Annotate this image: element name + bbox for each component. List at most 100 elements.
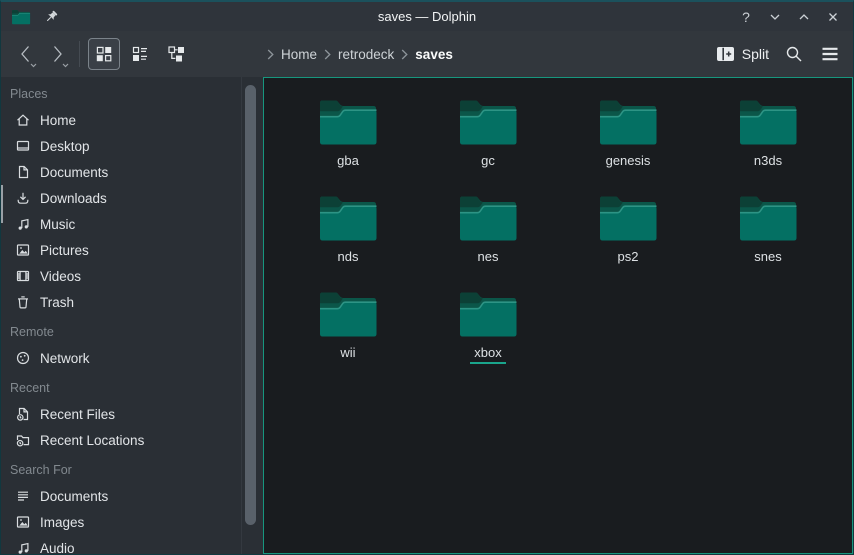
folder-icon xyxy=(737,97,799,147)
chevron-separator-icon xyxy=(267,49,274,60)
chevron-separator-icon xyxy=(324,49,331,60)
trash-icon xyxy=(15,294,31,310)
music-icon xyxy=(15,216,31,232)
sidebar-item-music[interactable]: Music xyxy=(1,211,263,237)
folder-item-xbox[interactable]: xbox xyxy=(418,280,558,376)
network-icon xyxy=(15,350,31,366)
maximize-button[interactable] xyxy=(794,7,814,27)
recent-folder-icon xyxy=(15,432,31,448)
sidebar-item-search-audio[interactable]: Audio xyxy=(1,535,263,554)
window-title: saves — Dolphin xyxy=(1,9,853,24)
folder-item-nes[interactable]: nes xyxy=(418,184,558,280)
folder-name: nes xyxy=(474,249,503,268)
folder-icon xyxy=(457,193,519,243)
forward-button[interactable] xyxy=(45,38,69,70)
download-icon xyxy=(15,190,31,206)
toolbar: Home retrodeck saves Split xyxy=(1,31,853,77)
folder-icon xyxy=(317,193,379,243)
tree-view-icon xyxy=(167,45,185,63)
breadcrumb-item-home[interactable]: Home xyxy=(281,47,317,62)
text-lines-icon xyxy=(15,488,31,504)
video-icon xyxy=(15,268,31,284)
folder-item-wii[interactable]: wii xyxy=(278,280,418,376)
folder-item-ps2[interactable]: ps2 xyxy=(558,184,698,280)
sidebar-item-pictures[interactable]: Pictures xyxy=(1,237,263,263)
chevron-separator-icon xyxy=(401,49,408,60)
image-icon xyxy=(15,514,31,530)
sidebar-item-network[interactable]: Network xyxy=(1,345,263,371)
breadcrumb-item-retrodeck[interactable]: retrodeck xyxy=(338,47,394,62)
document-icon xyxy=(15,164,31,180)
tree-view-button[interactable] xyxy=(160,38,192,70)
sidebar-item-home[interactable]: Home xyxy=(1,107,263,133)
sidebar-item-recent-locations[interactable]: Recent Locations xyxy=(1,427,263,453)
folder-item-nds[interactable]: nds xyxy=(278,184,418,280)
icons-view-icon xyxy=(95,45,113,63)
folder-item-gc[interactable]: gc xyxy=(418,88,558,184)
caret-down-icon xyxy=(30,63,37,68)
search-button[interactable] xyxy=(783,43,805,65)
folder-name: nds xyxy=(334,249,363,268)
sidebar-item-trash[interactable]: Trash xyxy=(1,289,263,315)
toolbar-separator xyxy=(79,41,80,67)
app-folder-icon xyxy=(11,9,31,25)
image-icon xyxy=(15,242,31,258)
folder-icon xyxy=(317,97,379,147)
minimize-button[interactable] xyxy=(765,7,785,27)
split-view-icon xyxy=(716,46,735,62)
hamburger-icon xyxy=(821,45,839,63)
desktop-icon xyxy=(15,138,31,154)
menu-button[interactable] xyxy=(819,43,841,65)
section-header-remote: Remote xyxy=(1,319,263,345)
folder-icon xyxy=(597,193,659,243)
sidebar-item-downloads[interactable]: Downloads xyxy=(1,185,263,211)
folder-icon xyxy=(737,193,799,243)
split-button[interactable]: Split xyxy=(716,46,769,62)
help-button[interactable]: ? xyxy=(736,7,756,27)
caret-down-icon xyxy=(62,63,69,68)
titlebar: saves — Dolphin ? xyxy=(1,2,853,31)
sidebar-item-desktop[interactable]: Desktop xyxy=(1,133,263,159)
pin-icon[interactable] xyxy=(43,9,59,25)
icons-view-button[interactable] xyxy=(88,38,120,70)
search-icon xyxy=(785,45,803,63)
dolphin-window: saves — Dolphin ? Home retrodeck saves xyxy=(0,0,854,555)
section-header-search-for: Search For xyxy=(1,457,263,483)
folder-item-gba[interactable]: gba xyxy=(278,88,418,184)
close-button[interactable] xyxy=(823,7,843,27)
folder-name: ps2 xyxy=(614,249,643,268)
sidebar-scrollbar[interactable] xyxy=(245,85,256,525)
breadcrumb-current[interactable]: saves xyxy=(415,47,453,62)
section-header-recent: Recent xyxy=(1,375,263,401)
sidebar-item-search-images[interactable]: Images xyxy=(1,509,263,535)
back-button[interactable] xyxy=(13,38,37,70)
folder-item-n3ds[interactable]: n3ds xyxy=(698,88,838,184)
sidebar-item-search-documents[interactable]: Documents xyxy=(1,483,263,509)
sidebar-item-documents[interactable]: Documents xyxy=(1,159,263,185)
folder-icon xyxy=(317,289,379,339)
folder-name: wii xyxy=(336,345,359,364)
recent-file-icon xyxy=(15,406,31,422)
folder-view[interactable]: gba gc genesis n3ds nds nes ps2 snes wii… xyxy=(263,77,853,554)
chevron-left-icon xyxy=(20,45,31,63)
folder-grid: gba gc genesis n3ds nds nes ps2 snes wii… xyxy=(264,78,852,376)
breadcrumb: Home retrodeck saves xyxy=(267,31,453,77)
panel-edge-handle[interactable] xyxy=(1,185,3,223)
section-header-places: Places xyxy=(1,81,263,107)
chevron-right-icon xyxy=(52,45,63,63)
folder-item-genesis[interactable]: genesis xyxy=(558,88,698,184)
places-panel: Places Home Desktop Documents Downloads … xyxy=(1,77,263,554)
folder-name: xbox xyxy=(470,345,505,364)
music-icon xyxy=(15,540,31,554)
sidebar-item-recent-files[interactable]: Recent Files xyxy=(1,401,263,427)
folder-icon xyxy=(597,97,659,147)
folder-name: gc xyxy=(477,153,499,172)
home-icon xyxy=(15,112,31,128)
details-view-button[interactable] xyxy=(124,38,156,70)
split-label: Split xyxy=(742,46,769,62)
folder-icon xyxy=(457,289,519,339)
folder-name: n3ds xyxy=(750,153,786,172)
folder-item-snes[interactable]: snes xyxy=(698,184,838,280)
details-view-icon xyxy=(131,45,149,63)
sidebar-item-videos[interactable]: Videos xyxy=(1,263,263,289)
